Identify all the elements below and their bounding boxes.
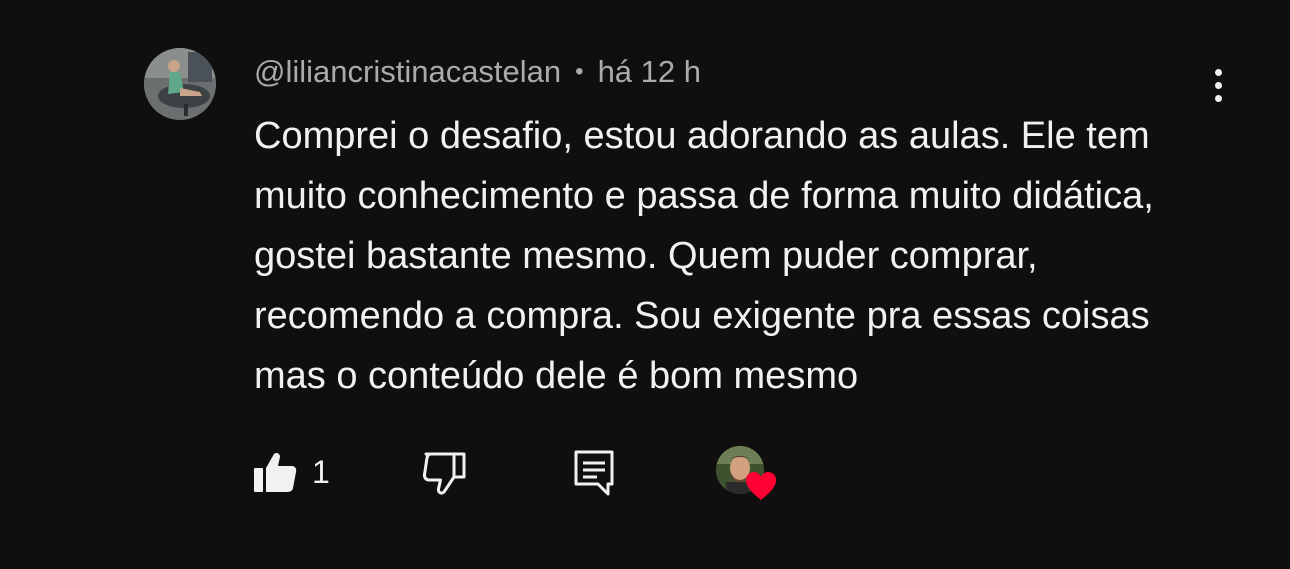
- dislike-button[interactable]: [420, 450, 468, 498]
- comment-actions: 1: [252, 442, 812, 502]
- like-button[interactable]: [252, 450, 298, 496]
- heart-icon: [746, 472, 776, 500]
- author-avatar[interactable]: [144, 48, 216, 120]
- comment-thread: @liliancristinacastelan • há 12 h Compre…: [0, 0, 1290, 569]
- thumb-up-filled-icon: [254, 453, 297, 492]
- like-count: 1: [312, 454, 330, 490]
- creator-heart-badge: [716, 446, 780, 506]
- comment-timestamp[interactable]: há 12 h: [598, 54, 701, 90]
- more-vert-icon-dot: [1214, 94, 1222, 102]
- more-options-button[interactable]: [1196, 58, 1240, 112]
- meta-separator: •: [575, 58, 584, 85]
- comment-reply-icon: [574, 450, 614, 496]
- author-handle[interactable]: @liliancristinacastelan: [254, 54, 561, 90]
- thumb-down-outline-icon: [422, 452, 466, 495]
- reply-button[interactable]: [572, 448, 616, 496]
- more-vert-icon-dot: [1214, 81, 1222, 89]
- comment-text: Comprei o desafio, estou adorando as aul…: [254, 115, 1154, 397]
- comment-header: @liliancristinacastelan • há 12 h: [254, 52, 701, 92]
- more-vert-icon: [1214, 68, 1222, 76]
